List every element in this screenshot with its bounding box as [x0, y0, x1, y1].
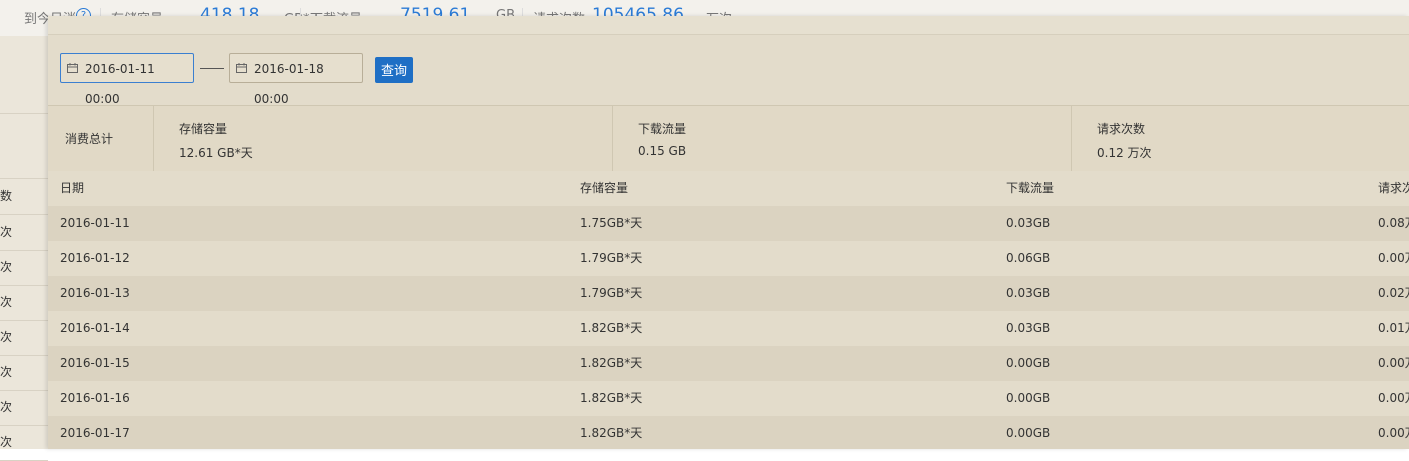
cell-download: 0.03GB: [1006, 321, 1051, 335]
cell-storage: 1.82GB*天: [580, 321, 643, 335]
summary-download-value: 0.15 GB: [638, 144, 687, 158]
cell-date: 2016-01-16: [60, 391, 130, 405]
table-row: 2016-01-17 1.82GB*天 0.00GB 0.00万: [48, 416, 1409, 449]
consumption-detail-panel: 2016-01-11 00:00 2016-01-18 00:00 查询 消费总…: [48, 16, 1409, 449]
table-row: 2016-01-16 1.82GB*天 0.00GB 0.00万: [48, 381, 1409, 417]
column-header-storage: 存储容量: [580, 181, 629, 195]
cell-download: 0.00GB: [1006, 426, 1051, 440]
background-cell: 次: [0, 355, 48, 391]
column-header-date: 日期: [60, 181, 85, 195]
background-cell: 次: [0, 215, 48, 251]
table-header-row: 日期 存储容量 下载流量 请求次: [48, 171, 1409, 207]
summary-requests-label: 请求次数: [1097, 122, 1146, 136]
background-cell: 次: [0, 285, 48, 321]
cell-requests: 0.08万: [1378, 216, 1409, 230]
cell-storage: 1.82GB*天: [580, 426, 643, 440]
background-cell: 次: [0, 250, 48, 286]
summary-download-label: 下载流量: [638, 122, 687, 136]
cell-date: 2016-01-14: [60, 321, 130, 335]
cell-requests: 0.00万: [1378, 356, 1409, 370]
table-row: 2016-01-12 1.79GB*天 0.06GB 0.00万: [48, 241, 1409, 277]
cell-requests: 0.01万: [1378, 321, 1409, 335]
cell-download: 0.06GB: [1006, 251, 1051, 265]
cell-requests: 0.00万: [1378, 426, 1409, 440]
panel-header: [48, 16, 1409, 35]
summary-storage-label: 存储容量: [179, 122, 228, 136]
summary-storage-value: 12.61 GB*天: [179, 146, 253, 160]
background-cell: 次: [0, 320, 48, 356]
cell-date: 2016-01-12: [60, 251, 130, 265]
start-date-input[interactable]: 2016-01-11 00:00: [60, 53, 194, 106]
summary-requests: 请求次数 0.12 万次: [1097, 120, 1152, 161]
date-range-separator: [200, 68, 224, 69]
query-button[interactable]: 查询: [375, 57, 413, 83]
consumption-summary: 消费总计 存储容量 12.61 GB*天 下载流量 0.15 GB 请求次数 0…: [48, 105, 1409, 172]
end-date-input[interactable]: 2016-01-18 00:00: [229, 53, 363, 106]
table-row: 2016-01-15 1.82GB*天 0.00GB 0.00万: [48, 346, 1409, 382]
cell-date: 2016-01-11: [60, 216, 130, 230]
background-column-header: 数: [0, 179, 48, 215]
cell-download: 0.00GB: [1006, 391, 1051, 405]
cell-date: 2016-01-15: [60, 356, 130, 370]
cell-download: 0.00GB: [1006, 356, 1051, 370]
cell-storage: 1.75GB*天: [580, 216, 643, 230]
background-table-edge: 数 次 次 次 次 次 次 次: [0, 36, 49, 461]
column-header-download: 下载流量: [1006, 181, 1055, 195]
cell-download: 0.03GB: [1006, 216, 1051, 230]
cell-storage: 1.82GB*天: [580, 391, 643, 405]
summary-label: 消费总计: [65, 132, 114, 146]
cell-storage: 1.82GB*天: [580, 356, 643, 370]
summary-requests-value: 0.12 万次: [1097, 146, 1152, 160]
calendar-icon: [236, 63, 247, 73]
table-row: 2016-01-13 1.79GB*天 0.03GB 0.02万: [48, 276, 1409, 312]
cell-requests: 0.00万: [1378, 251, 1409, 265]
cell-date: 2016-01-17: [60, 426, 130, 440]
calendar-icon: [67, 63, 78, 73]
table-row: 2016-01-14 1.82GB*天 0.03GB 0.01万: [48, 311, 1409, 347]
background-cell: 次: [0, 425, 48, 461]
cell-requests: 0.00万: [1378, 391, 1409, 405]
table-row: 2016-01-11 1.75GB*天 0.03GB 0.08万: [48, 206, 1409, 242]
cell-date: 2016-01-13: [60, 286, 130, 300]
cell-storage: 1.79GB*天: [580, 286, 643, 300]
column-header-requests: 请求次: [1378, 181, 1409, 195]
summary-storage: 存储容量 12.61 GB*天: [179, 120, 253, 161]
background-cell: 次: [0, 390, 48, 426]
summary-download: 下载流量 0.15 GB: [638, 120, 686, 158]
cell-storage: 1.79GB*天: [580, 251, 643, 265]
cell-download: 0.03GB: [1006, 286, 1051, 300]
cell-requests: 0.02万: [1378, 286, 1409, 300]
